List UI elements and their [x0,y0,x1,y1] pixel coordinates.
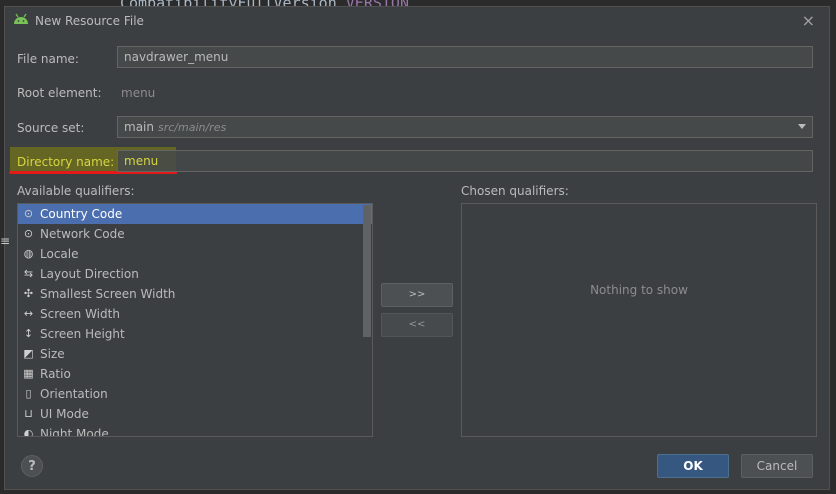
qualifier-item[interactable]: ▯ Orientation [18,384,372,404]
qualifier-item[interactable]: ✣ Smallest Screen Width [18,284,372,304]
directory-name-value: menu [124,154,159,168]
screen-height-icon: ↕ [23,327,34,340]
available-qualifiers-label: Available qualifiers: [17,184,135,198]
android-icon [14,13,28,24]
qualifier-item[interactable]: ▦ Ratio [18,364,372,384]
cancel-button[interactable]: Cancel [741,454,813,478]
orientation-icon: ▯ [25,387,32,400]
source-set-value: main [124,120,154,134]
root-element-value: menu [121,86,156,100]
qualifier-label: Layout Direction [40,267,139,281]
dialog-title: New Resource File [35,14,144,28]
qualifier-label: Orientation [40,387,108,401]
root-element-label: Root element: [17,86,102,100]
qualifier-item[interactable]: ◩ Size [18,344,372,364]
qualifier-item[interactable]: ◐ Night Mode [18,424,372,437]
qualifier-label: Screen Height [40,327,125,341]
smallest-width-icon: ✣ [23,287,34,300]
list-scrollbar[interactable] [363,205,371,337]
chosen-qualifiers-label: Chosen qualifiers: [461,184,569,198]
qualifier-item[interactable]: ⇆ Layout Direction [18,264,372,284]
source-set-hint: src/main/res [157,121,227,134]
directory-name-label: Directory name: [17,155,115,169]
layout-direction-icon: ⇆ [23,267,34,280]
close-icon[interactable]: × [802,11,815,30]
directory-name-input[interactable]: menu [117,150,813,172]
qualifier-label: UI Mode [40,407,89,421]
qualifier-label: Size [40,347,65,361]
night-mode-icon: ◐ [23,427,34,437]
title-bar: New Resource File × [5,7,829,35]
add-qualifier-button[interactable]: >> [381,283,453,307]
ok-button[interactable]: OK [657,454,729,478]
qualifier-label: Country Code [40,207,123,221]
source-set-label: Source set: [17,121,85,135]
qualifier-label: Night Mode [40,427,109,437]
help-icon[interactable]: ? [21,455,43,477]
qualifier-label: Network Code [40,227,125,241]
chosen-qualifiers-list[interactable] [461,203,817,437]
qualifier-label: Smallest Screen Width [40,287,176,301]
size-icon: ◩ [23,347,34,360]
qualifier-item[interactable]: ↔ Screen Width [18,304,372,324]
source-set-select[interactable]: main src/main/res [117,116,813,138]
screen-width-icon: ↔ [23,307,34,320]
qualifier-label: Locale [40,247,79,261]
file-name-input[interactable]: navdrawer_menu [117,46,813,68]
qualifier-item[interactable]: ⊔ UI Mode [18,404,372,424]
qualifier-item[interactable]: ◍ Locale [18,244,372,264]
ratio-icon: ▦ [23,367,34,380]
new-resource-file-dialog: New Resource File × File name: navdrawer… [4,6,830,490]
network-code-icon: ⊙ [23,227,34,240]
remove-qualifier-button[interactable]: << [381,313,453,337]
qualifier-label: Ratio [40,367,71,381]
empty-state-text: Nothing to show [590,283,688,297]
ui-mode-icon: ⊔ [24,407,33,420]
qualifier-item[interactable]: ⊙ Country Code [18,204,372,224]
qualifier-label: Screen Width [40,307,120,321]
globe-icon: ◍ [23,247,34,260]
qualifier-item[interactable]: ⊙ Network Code [18,224,372,244]
file-name-label: File name: [17,52,79,66]
chevron-down-icon [798,124,806,129]
available-qualifiers-list[interactable]: ⊙ Country Code ⊙ Network Code ◍ Locale ⇆ Layout… [17,203,373,437]
edge-glyph: ≡ [0,234,11,248]
country-code-icon: ⊙ [23,207,34,220]
qualifier-item[interactable]: ↕ Screen Height [18,324,372,344]
